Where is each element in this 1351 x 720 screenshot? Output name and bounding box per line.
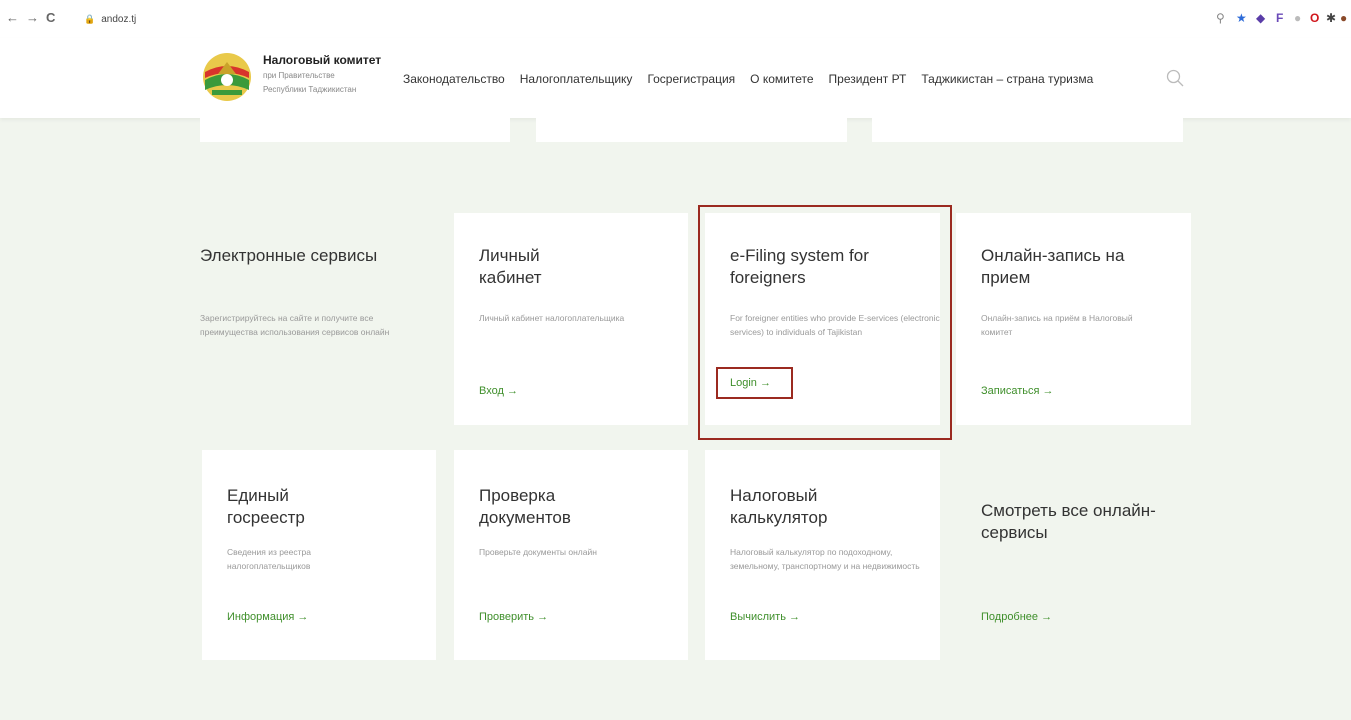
card-description: Личный кабинет налогоплательщика <box>479 313 625 323</box>
login-link[interactable]: Вход → <box>479 385 518 397</box>
nav-item-taxpayer[interactable]: Налогоплательщику <box>520 72 633 86</box>
appointment-link[interactable]: Записаться → <box>981 385 1054 397</box>
forward-button[interactable]: → <box>26 10 39 25</box>
nav-item-about[interactable]: О комитете <box>750 72 813 86</box>
browser-toolbar: ← → C 🔒 andoz.tj ⚲ ★ ◆ F ● O ✱ ● <box>0 0 1351 38</box>
card-eservices: Электронные сервисы Зарегистрируйтесь на… <box>200 213 440 425</box>
card-tax-calculator[interactable]: Налоговый калькулятор Налоговый калькуля… <box>705 450 940 660</box>
brand-title[interactable]: Налоговый комитет <box>263 53 381 67</box>
extension-dot-icon[interactable]: ● <box>1294 11 1301 25</box>
nav-item-registration[interactable]: Госрегистрация <box>647 72 735 86</box>
calculate-link[interactable]: Вычислить → <box>730 611 800 623</box>
card-description: Проверьте документы онлайн <box>479 547 597 557</box>
card-title: e-Filing system for foreigners <box>730 246 869 287</box>
card-description: Зарегистрируйтесь на сайте и получите вс… <box>200 313 390 337</box>
card-title: Смотреть все онлайн-сервисы <box>981 501 1156 542</box>
card-description: Онлайн-запись на приём в Налоговый комит… <box>981 313 1133 337</box>
previous-card-stub <box>872 118 1183 142</box>
nav-item-tourism[interactable]: Таджикистан – страна туризма <box>921 72 1093 86</box>
reload-button[interactable]: C <box>46 10 55 25</box>
zoom-icon[interactable]: ⚲ <box>1216 11 1225 25</box>
card-description: Налоговый калькулятор по подоходному, зе… <box>730 547 920 571</box>
card-registry[interactable]: Единый госреестр Сведения из реестра нал… <box>202 450 436 660</box>
check-link[interactable]: Проверить → <box>479 611 548 623</box>
profile-avatar-icon[interactable]: ● <box>1340 11 1347 25</box>
site-header: Налоговый комитет при Правительстве Респ… <box>0 38 1351 118</box>
card-title: Проверка документов <box>479 486 571 527</box>
registry-link[interactable]: Информация → <box>227 611 308 623</box>
card-description: Сведения из реестра налогоплательщиков <box>227 547 311 571</box>
search-icon[interactable] <box>1166 69 1184 87</box>
card-title: Онлайн-запись на прием <box>981 246 1125 287</box>
bookmark-star-icon[interactable]: ★ <box>1236 11 1247 25</box>
main-nav: Законодательство Налогоплательщику Госре… <box>403 72 1108 86</box>
opera-icon[interactable]: O <box>1310 11 1319 25</box>
card-title: Электронные сервисы <box>200 246 378 265</box>
card-title: Единый госреестр <box>227 486 305 527</box>
card-title: Личный кабинет <box>479 246 542 287</box>
brand-subtitle-line2: Республики Таджикистан <box>263 85 357 94</box>
address-bar[interactable]: 🔒 andoz.tj <box>84 11 1204 27</box>
extension-icon[interactable]: ◆ <box>1256 11 1265 25</box>
puzzle-icon[interactable]: ✱ <box>1326 11 1336 25</box>
brand-subtitle-line1: при Правительстве <box>263 71 335 80</box>
card-title: Налоговый калькулятор <box>730 486 828 527</box>
previous-card-stub <box>536 118 847 142</box>
card-personal-cabinet[interactable]: Личный кабинет Личный кабинет налогоплат… <box>454 213 688 425</box>
emblem-icon[interactable] <box>200 50 254 104</box>
lock-icon: 🔒 <box>84 13 96 24</box>
card-all-services[interactable]: Смотреть все онлайн-сервисы Подробнее → <box>956 450 1191 660</box>
back-button[interactable]: ← <box>6 10 19 25</box>
card-efiling[interactable]: e-Filing system for foreigners For forei… <box>705 213 940 425</box>
nav-item-legislation[interactable]: Законодательство <box>403 72 505 86</box>
card-appointment[interactable]: Онлайн-запись на прием Онлайн-запись на … <box>956 213 1191 425</box>
extension-f-icon[interactable]: F <box>1276 11 1283 25</box>
previous-card-stub <box>200 118 510 142</box>
efiling-login-link[interactable]: Login → <box>730 377 771 389</box>
brand-subtitle: при Правительстве Республики Таджикистан <box>263 69 393 97</box>
more-link[interactable]: Подробнее → <box>981 611 1052 623</box>
card-document-check[interactable]: Проверка документов Проверьте документы … <box>454 450 688 660</box>
url-text: andoz.tj <box>101 13 137 25</box>
card-description: For foreigner entities who provide E-ser… <box>730 313 940 337</box>
nav-item-president[interactable]: Президент РТ <box>829 72 907 86</box>
